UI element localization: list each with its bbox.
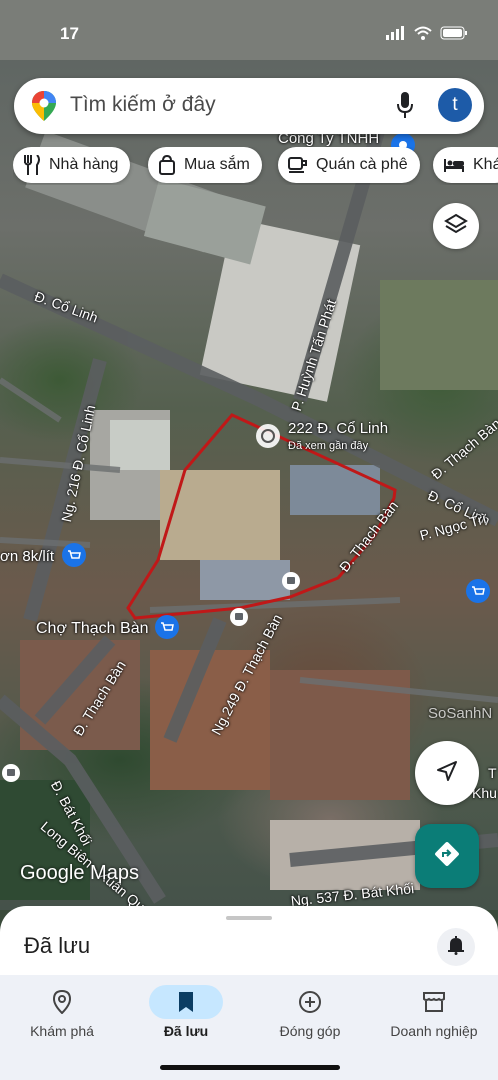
- location-pin-icon: [25, 985, 99, 1019]
- bell-icon: [447, 935, 465, 960]
- shopping-bag-icon: [158, 155, 176, 175]
- avatar[interactable]: t: [438, 88, 472, 122]
- place-pin-icon: [256, 424, 280, 448]
- nav-explore[interactable]: Khám phá: [0, 975, 124, 1055]
- nav-label: Đóng góp: [279, 1023, 341, 1039]
- bus-stop-icon-3[interactable]: [2, 764, 20, 782]
- sheet-drag-handle[interactable]: [226, 916, 272, 920]
- map-label-right-t: T: [488, 765, 497, 781]
- chip-hotels[interactable]: Khá: [433, 147, 498, 183]
- map-label-fuel[interactable]: ơn 8k/lít: [0, 548, 54, 565]
- chip-label: Mua sắm: [184, 156, 250, 173]
- chip-restaurants[interactable]: Nhà hàng: [13, 147, 131, 183]
- nav-contribute[interactable]: Đóng góp: [248, 975, 372, 1055]
- status-bar: 17: [0, 18, 498, 48]
- chip-shopping[interactable]: Mua sắm: [148, 147, 262, 183]
- signal-icon: [386, 26, 406, 45]
- home-indicator: [160, 1065, 340, 1070]
- chip-coffee[interactable]: Quán cà phê: [278, 147, 420, 183]
- shopping-poi-icon-right[interactable]: [466, 579, 490, 603]
- my-location-button[interactable]: [415, 741, 479, 805]
- nav-business[interactable]: Doanh nghiệp: [372, 975, 496, 1055]
- map-label-cho-thach-ban[interactable]: Chợ Thạch Bàn: [36, 620, 148, 638]
- microphone-icon[interactable]: [396, 92, 414, 125]
- nav-saved[interactable]: Đã lưu: [124, 975, 248, 1055]
- wifi-icon: [414, 26, 432, 45]
- chip-label: Quán cà phê: [316, 156, 408, 173]
- directions-icon: [434, 841, 460, 872]
- nav-label: Đã lưu: [163, 1023, 209, 1039]
- bus-stop-icon-2[interactable]: [230, 608, 248, 626]
- bookmark-icon: [149, 985, 223, 1019]
- chip-label: Nhà hàng: [49, 156, 119, 173]
- bus-stop-icon[interactable]: [282, 572, 300, 590]
- layers-button[interactable]: [433, 203, 479, 249]
- layers-icon: [444, 212, 468, 241]
- search-input[interactable]: Tìm kiếm ở đây: [70, 93, 216, 117]
- add-circle-icon: [273, 985, 347, 1019]
- google-maps-logo: Google Maps: [20, 862, 139, 884]
- directions-button[interactable]: [415, 824, 479, 888]
- notifications-button[interactable]: [437, 928, 475, 966]
- category-chips: Nhà hàng Mua sắm Quán cà phê Khá: [13, 147, 498, 185]
- map-label-222[interactable]: 222 Đ. Cổ Linh: [288, 420, 388, 437]
- watermark: SoSanhN: [428, 705, 493, 722]
- market-poi-icon[interactable]: [155, 615, 179, 639]
- map-label-right-khu: Khu: [472, 785, 497, 801]
- google-maps-pin-icon: [32, 91, 56, 126]
- search-bar[interactable]: Tìm kiếm ở đây t: [14, 78, 484, 134]
- navigation-arrow-icon: [435, 759, 459, 788]
- storefront-icon: [397, 985, 471, 1019]
- chip-label: Khá: [473, 156, 498, 173]
- status-time: 17: [60, 24, 79, 43]
- nav-label: Doanh nghiệp: [390, 1023, 478, 1039]
- battery-icon: [440, 26, 468, 45]
- saved-sheet[interactable]: Đã lưu: [0, 906, 498, 986]
- hotel-bed-icon: [443, 157, 465, 173]
- restaurant-icon: [23, 155, 41, 175]
- sheet-title: Đã lưu: [24, 933, 91, 958]
- coffee-icon: [288, 156, 308, 174]
- shopping-poi-icon[interactable]: [62, 543, 86, 567]
- nav-label: Khám phá: [30, 1023, 94, 1039]
- map-label-recent: Đã xem gần đây: [288, 440, 369, 452]
